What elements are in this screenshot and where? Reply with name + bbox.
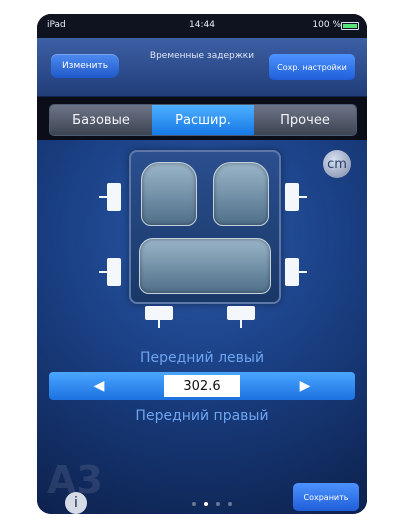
status-bar: iPad 14:44 100 % [37, 14, 367, 38]
seat-front-left[interactable] [141, 162, 197, 226]
front-right-label: Передний правый [135, 408, 269, 424]
arrow-right-icon: ▶ [299, 378, 311, 394]
seat-front-right[interactable] [213, 162, 269, 226]
tab-basic[interactable]: Базовые [50, 105, 152, 135]
tab-advanced-label: Расшир. [175, 112, 231, 128]
page-dot[interactable] [192, 502, 196, 506]
tab-advanced[interactable]: Расшир. [152, 105, 254, 135]
subwoofer-left-icon[interactable] [145, 306, 173, 328]
save-settings-button[interactable]: Сохр. настройки [269, 54, 355, 80]
speaker-front-right-icon[interactable] [285, 183, 307, 211]
info-icon: i [74, 495, 78, 511]
save-button[interactable]: Сохранить [293, 483, 359, 511]
speaker-front-left-icon[interactable] [99, 183, 121, 211]
battery-text: 100 % [312, 20, 341, 30]
back-button[interactable]: Изменить [51, 54, 119, 78]
save-button-label: Сохранить [303, 492, 349, 502]
tabs: Базовые Расшир. Прочее [49, 104, 357, 136]
main-area: cm Передний левый ◀ 302.6 ▶ Передний пра… [37, 140, 367, 514]
page-title: Временные задержки [149, 51, 255, 61]
save-settings-label: Сохр. настройки [277, 62, 347, 72]
decrease-button[interactable]: ◀ [69, 372, 129, 400]
delay-value-field[interactable]: 302.6 [164, 375, 240, 397]
battery-icon [341, 22, 359, 30]
navigation-bar: Изменить Временные задержки Сохр. настро… [37, 38, 367, 97]
page-dot-active[interactable] [204, 502, 208, 506]
front-left-label: Передний левый [139, 350, 265, 366]
page-dot[interactable] [216, 502, 220, 506]
unit-label: cm [327, 156, 347, 172]
device-screen: iPad 14:44 100 % Изменить Временные заде… [37, 14, 367, 514]
speaker-rear-right-icon[interactable] [285, 258, 307, 286]
page-indicator [177, 502, 247, 508]
increase-button[interactable]: ▶ [275, 372, 335, 400]
unit-toggle-button[interactable]: cm [323, 150, 351, 178]
subwoofer-right-icon[interactable] [227, 306, 255, 328]
arrow-left-icon: ◀ [93, 378, 105, 394]
tab-basic-label: Базовые [72, 112, 130, 128]
speaker-rear-left-icon[interactable] [99, 258, 121, 286]
seat-rear[interactable] [139, 238, 271, 294]
info-button[interactable]: i [65, 492, 87, 514]
page-dot[interactable] [228, 502, 232, 506]
tab-other[interactable]: Прочее [254, 105, 356, 135]
tab-other-label: Прочее [280, 112, 330, 128]
car-seat-map [129, 150, 281, 304]
back-button-label: Изменить [61, 61, 109, 71]
delay-control: ◀ 302.6 ▶ [49, 372, 355, 400]
